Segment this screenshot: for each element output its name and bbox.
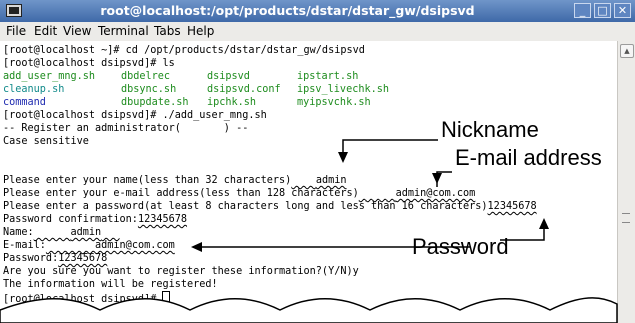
password-callout: Password <box>412 234 509 259</box>
torn-edge <box>0 297 618 323</box>
email-callout: E-mail address <box>455 145 602 170</box>
nickname-callout: Nickname <box>441 117 539 142</box>
